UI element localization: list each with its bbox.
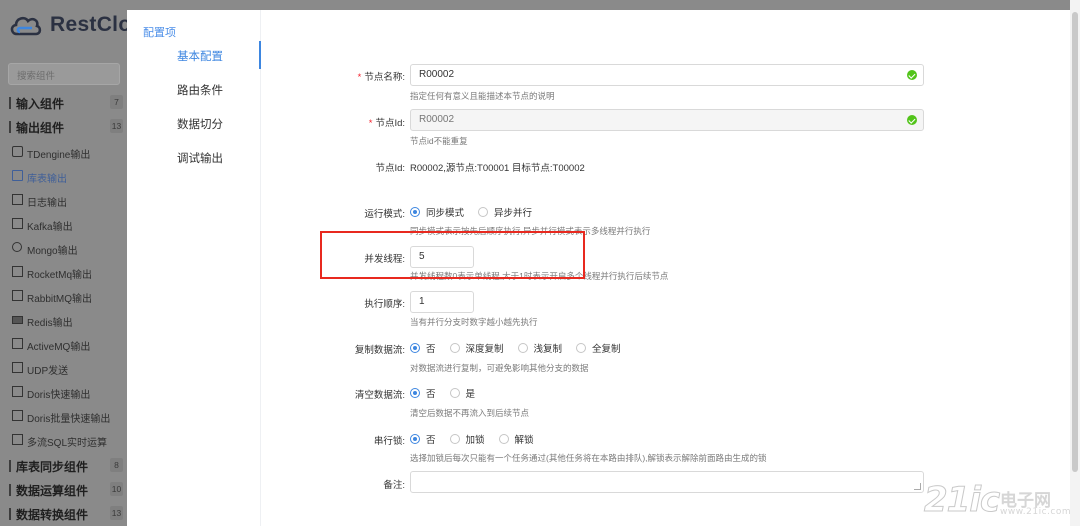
node-name-label: * 节点名称: [357,72,405,83]
radio-copy-full[interactable]: 全复制 [576,341,621,355]
group-label: 输入组件 [16,97,65,111]
scrollbar-thumb[interactable] [1072,12,1078,472]
sidebar-item-redis-output[interactable]: Redis输出 [0,308,127,332]
log-icon [12,194,23,205]
remark-textarea[interactable] [410,471,924,493]
node-name-input[interactable]: R00002 [410,64,924,86]
resize-handle-icon[interactable] [914,483,921,490]
node-id-help: 节点id不能重复 [410,136,468,146]
component-search-input[interactable]: 搜索组件 [8,63,120,85]
watermark-url: www.21ic.com [1000,507,1072,517]
component-sidebar: RestClo 搜索组件 输入组件 7 输出组件 13 TDengine输出 库… [0,0,127,526]
radio-lock-lock[interactable]: 加锁 [449,432,485,446]
node-id-input[interactable]: R00002 [410,109,924,131]
order-label: 执行顺序: [364,299,405,310]
group-count: 7 [110,95,123,109]
tab-data-split[interactable]: 数据切分 [177,116,223,132]
rocketmq-icon [12,266,23,277]
tdengine-icon [12,146,23,157]
tab-divider [260,10,261,526]
sidebar-item-doris-fast-output[interactable]: Doris快速输出 [0,380,127,404]
brand-name: RestClo [50,13,127,36]
group-count: 10 [110,482,123,496]
radio-copy-shallow[interactable]: 浅复制 [517,341,562,355]
vertical-scrollbar[interactable] [1070,0,1080,526]
sidebar-item-mongo-output[interactable]: Mongo输出 [0,236,127,260]
remark-label: 备注: [383,480,405,491]
copy-stream-radio-group: 否 深度复制 浅复制 全复制 [410,341,635,355]
radio-clear-yes[interactable]: 是 [449,386,475,400]
serial-lock-label: 串行锁: [373,436,405,447]
node-id-label: * 节点Id: [368,118,405,129]
run-mode-label: 运行模式: [364,209,405,220]
group-label: 数据转换组件 [16,508,89,522]
doris-icon [12,386,23,397]
node-name-help: 指定任何有意义且能描述本节点的说明 [410,91,555,101]
serial-lock-help: 选择加锁后每次只能有一个任务通过(其他任务将在本路由排队),解锁表示解除前面路由… [410,453,767,463]
run-mode-radio-group: 同步模式 异步并行 [410,205,546,219]
tab-debug-output[interactable]: 调试输出 [177,150,223,166]
group-input-components[interactable]: 输入组件 7 [0,91,127,115]
copy-stream-label: 复制数据流: [354,345,405,356]
config-section-title: 配置项 [143,27,176,39]
radio-clear-no[interactable]: 否 [410,386,436,400]
copy-stream-help: 对数据流进行复制，可避免影响其他分支的数据 [410,363,589,373]
modal-overlay [127,0,1080,10]
group-label: 库表同步组件 [16,460,89,474]
group-count: 13 [110,119,123,133]
radio-copy-deep[interactable]: 深度复制 [449,341,504,355]
tab-route-condition[interactable]: 路由条件 [177,82,223,98]
table-icon [12,170,23,181]
sidebar-item-tdengine[interactable]: TDengine输出 [0,140,127,164]
group-table-sync-components[interactable]: 库表同步组件 8 [0,454,127,478]
sidebar-item-rocketmq-output[interactable]: RocketMq输出 [0,260,127,284]
udp-icon [12,362,23,373]
doris-batch-icon [12,410,23,421]
order-input[interactable]: 1 [410,291,474,313]
watermark-logo: 21ic [923,480,1000,521]
group-data-transform-components[interactable]: 数据转换组件 13 [0,502,127,526]
group-count: 8 [110,458,123,472]
group-label: 输出组件 [16,121,65,135]
sidebar-item-rabbitmq-output[interactable]: RabbitMQ输出 [0,284,127,308]
radio-sync-mode[interactable]: 同步模式 [410,205,464,219]
radio-lock-no[interactable]: 否 [410,432,436,446]
node-config-drawer: 配置项 基本配置 路由条件 数据切分 调试输出 * 节点名称: R00002 指定… [127,10,1072,526]
clear-stream-label: 清空数据流: [354,390,405,401]
sidebar-item-log-output[interactable]: 日志输出 [0,188,127,212]
order-help: 当有并行分支时数字越小越先执行 [410,317,538,327]
group-output-components[interactable]: 输出组件 13 [0,115,127,139]
radio-lock-unlock[interactable]: 解锁 [498,432,534,446]
node-info-label: 节点Id: [375,163,405,174]
radio-copy-no[interactable]: 否 [410,341,436,355]
clear-stream-help: 清空后数据不再流入到后续节点 [410,408,530,418]
group-data-compute-components[interactable]: 数据运算组件 10 [0,478,127,502]
sidebar-item-table-output[interactable]: 库表输出 [0,164,127,188]
check-circle-icon [907,70,917,80]
sidebar-item-udp-send[interactable]: UDP发送 [0,356,127,380]
sidebar-item-activemq-output[interactable]: ActiveMQ输出 [0,332,127,356]
highlight-annotation-box [320,231,585,279]
cloud-logo-icon [10,16,42,36]
node-info-text: R00002,源节点:T00001 目标节点:T00002 [410,163,585,174]
sql-icon [12,434,23,445]
sidebar-item-multi-stream-sql[interactable]: 多流SQL实时运算 [0,428,127,452]
check-circle-icon [907,115,917,125]
sidebar-item-kafka-output[interactable]: Kafka输出 [0,212,127,236]
active-tab-indicator [259,41,261,69]
activemq-icon [12,338,23,349]
radio-async-parallel[interactable]: 异步并行 [478,205,532,219]
mongo-icon [12,242,23,253]
redis-icon [12,314,23,325]
clear-stream-radio-group: 否 是 [410,386,489,400]
group-count: 13 [110,506,123,520]
sidebar-item-doris-batch-output[interactable]: Doris批量快速输出 [0,404,127,428]
rabbitmq-icon [12,290,23,301]
serial-lock-radio-group: 否 加锁 解锁 [410,432,548,446]
brand-logo: RestClo [8,12,127,38]
tab-basic-config[interactable]: 基本配置 [177,48,223,64]
kafka-icon [12,218,23,229]
group-label: 数据运算组件 [16,484,89,498]
